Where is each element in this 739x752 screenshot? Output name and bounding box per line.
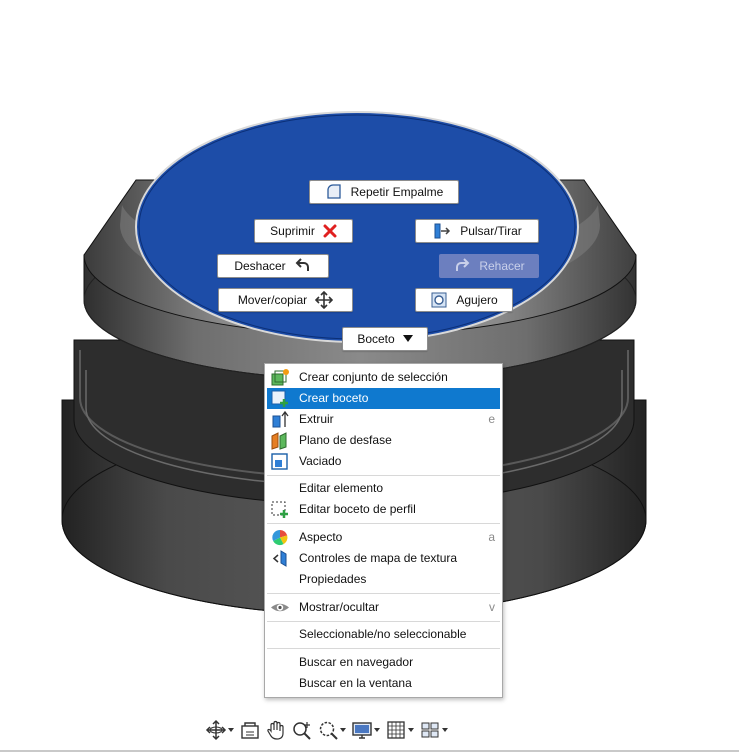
- menu-item-texture-map-controls[interactable]: Controles de mapa de textura: [267, 548, 500, 569]
- repeat-fillet-button[interactable]: Repetir Empalme: [309, 180, 459, 204]
- monitor-icon: [352, 722, 372, 739]
- menu-item-shortcut: e: [488, 412, 495, 426]
- fillet-icon: [326, 184, 341, 199]
- grid-icon: [387, 721, 405, 739]
- menu-item-edit-profile-sketch[interactable]: Editar boceto de perfil: [267, 499, 500, 520]
- hand-pan-icon: [267, 720, 284, 740]
- menu-item-label: Seleccionable/no seleccionable: [299, 627, 467, 641]
- navigation-toolbar: [205, 715, 501, 745]
- selection-set-icon: [271, 369, 289, 386]
- menu-item-label: Mostrar/ocultar: [299, 600, 380, 614]
- texture-map-icon: [272, 550, 287, 567]
- shell-icon: [271, 453, 288, 470]
- dropdown-triangle-icon: [402, 335, 413, 342]
- delete-label: Suprimir: [270, 224, 315, 238]
- offset-plane-icon: [271, 432, 287, 450]
- chevron-down-icon[interactable]: [407, 726, 415, 734]
- menu-separator: [267, 648, 500, 649]
- press-pull-button[interactable]: Pulsar/Tirar: [415, 219, 539, 243]
- move-copy-label: Mover/copiar: [237, 293, 308, 307]
- chevron-down-icon[interactable]: [339, 726, 347, 734]
- delete-button[interactable]: Suprimir: [254, 219, 353, 243]
- menu-item-label: Plano de desfase: [299, 433, 392, 447]
- menu-item-label: Extruir: [299, 412, 334, 426]
- menu-item-shortcut: v: [489, 600, 495, 614]
- menu-item-label: Editar boceto de perfil: [299, 502, 416, 516]
- zoom-window-icon: [319, 721, 338, 740]
- menu-separator: [267, 523, 500, 524]
- viewports-tool[interactable]: [419, 717, 449, 743]
- look-at-icon: [241, 722, 259, 739]
- menu-item-edit-feature[interactable]: Editar elemento: [267, 478, 500, 499]
- menu-item-label: Buscar en navegador: [299, 655, 414, 669]
- redo-arrow-icon: [456, 258, 470, 271]
- hole-button[interactable]: Agujero: [415, 288, 513, 312]
- menu-item-label: Controles de mapa de textura: [299, 551, 458, 565]
- delete-x-icon: [323, 224, 337, 238]
- context-menu: Crear conjunto de selección Crear boceto…: [264, 363, 503, 698]
- menu-item-shortcut: a: [488, 530, 495, 544]
- extrude-icon: [272, 410, 289, 428]
- hole-label: Agujero: [456, 293, 498, 307]
- menu-item-appearance[interactable]: Aspecto a: [267, 527, 500, 548]
- appearance-icon: [272, 529, 288, 546]
- pan-tool[interactable]: [265, 717, 287, 743]
- move-arrows-icon: [315, 291, 334, 309]
- menu-item-label: Aspecto: [299, 530, 343, 544]
- menu-item-find-in-browser[interactable]: Buscar en navegador: [267, 652, 500, 673]
- redo-label: Rehacer: [479, 259, 525, 273]
- display-settings-tool[interactable]: [351, 717, 381, 743]
- menu-item-label: Crear conjunto de selección: [299, 370, 448, 384]
- menu-item-label: Buscar en la ventana: [299, 676, 412, 690]
- edit-profile-sketch-icon: [271, 501, 288, 518]
- chevron-down-icon[interactable]: [373, 726, 381, 734]
- multiple-views-icon: [421, 722, 439, 738]
- zoom-icon: [293, 722, 311, 740]
- chevron-down-icon[interactable]: [227, 726, 235, 734]
- undo-button[interactable]: Deshacer: [217, 254, 329, 278]
- repeat-fillet-label: Repetir Empalme: [350, 185, 444, 199]
- menu-item-offset-plane[interactable]: Plano de desfase: [267, 430, 500, 451]
- grid-settings-tool[interactable]: [385, 717, 415, 743]
- orbit-tool[interactable]: [205, 717, 235, 743]
- menu-item-extrude[interactable]: Extruir e: [267, 409, 500, 430]
- menu-item-label: Editar elemento: [299, 481, 384, 495]
- menu-item-create-sketch[interactable]: Crear boceto: [267, 388, 500, 409]
- eye-icon: [271, 603, 289, 612]
- chevron-down-icon[interactable]: [441, 726, 449, 734]
- menu-item-find-in-window[interactable]: Buscar en la ventana: [267, 673, 500, 694]
- menu-separator: [267, 475, 500, 476]
- menu-separator: [267, 621, 500, 622]
- hole-icon: [431, 292, 447, 308]
- sketch-label: Boceto: [357, 332, 395, 346]
- fit-tool[interactable]: [317, 717, 347, 743]
- menu-item-create-selection-set[interactable]: Crear conjunto de selección: [267, 367, 500, 388]
- undo-label: Deshacer: [234, 259, 286, 273]
- menu-item-show-hide[interactable]: Mostrar/ocultar v: [267, 597, 500, 618]
- press-pull-icon: [434, 223, 451, 239]
- menu-item-label: Propiedades: [299, 572, 367, 586]
- menu-item-label: Crear boceto: [299, 391, 369, 405]
- redo-button: Rehacer: [439, 254, 539, 278]
- menu-item-properties[interactable]: Propiedades: [267, 569, 500, 590]
- create-sketch-icon: [271, 390, 288, 407]
- menu-separator: [267, 593, 500, 594]
- zoom-tool[interactable]: [291, 717, 313, 743]
- menu-item-label: Vaciado: [299, 454, 342, 468]
- orbit-icon: [205, 719, 227, 741]
- menu-item-shell[interactable]: Vaciado: [267, 451, 500, 472]
- look-at-tool[interactable]: [239, 717, 261, 743]
- move-copy-button[interactable]: Mover/copiar: [218, 288, 353, 312]
- undo-arrow-icon: [295, 258, 309, 271]
- press-pull-label: Pulsar/Tirar: [460, 224, 522, 238]
- menu-item-selectable-toggle[interactable]: Seleccionable/no seleccionable: [267, 624, 500, 645]
- sketch-dropdown-button[interactable]: Boceto: [342, 327, 428, 351]
